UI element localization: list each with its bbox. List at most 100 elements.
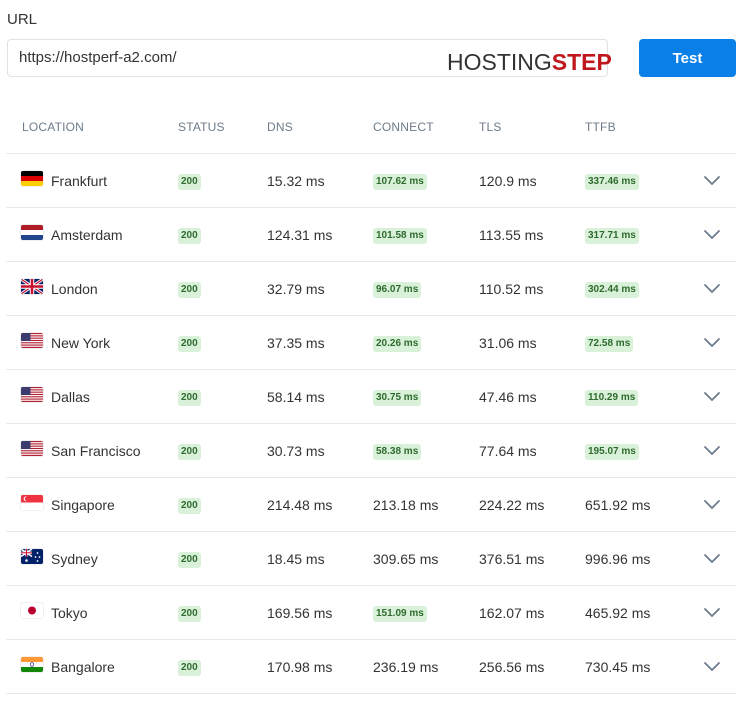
connect-cell: 309.65 ms bbox=[373, 551, 439, 567]
flag-sg-icon bbox=[21, 495, 43, 510]
logo-text-step: STEP bbox=[551, 49, 612, 75]
status-badge: 200 bbox=[178, 228, 201, 244]
header-ttfb: TTFB bbox=[585, 120, 616, 134]
ttfb-cell: 651.92 ms bbox=[585, 497, 651, 513]
dns-cell: 169.56 ms bbox=[267, 605, 333, 621]
flag-nl-icon bbox=[21, 225, 43, 240]
connect-cell: 101.58 ms bbox=[373, 228, 427, 244]
ttfb-cell: 195.07 ms bbox=[585, 444, 639, 460]
dns-cell: 37.35 ms bbox=[267, 335, 325, 351]
flag-us-icon bbox=[21, 441, 43, 456]
table-row[interactable]: Singapore 200 214.48 ms 213.18 ms 224.22 ms 6… bbox=[6, 478, 736, 532]
location-cell: Dallas bbox=[51, 389, 90, 405]
connect-cell: 151.09 ms bbox=[373, 606, 427, 622]
tls-cell: 376.51 ms bbox=[479, 551, 545, 567]
flag-gb-icon bbox=[21, 279, 43, 294]
table-row[interactable]: Frankfurt 200 15.32 ms 107.62 ms 120.9 ms 337… bbox=[6, 154, 736, 208]
chevron-down-icon[interactable] bbox=[703, 336, 721, 348]
url-input[interactable] bbox=[19, 49, 439, 66]
tls-cell: 162.07 ms bbox=[479, 605, 545, 621]
table-row[interactable]: Sydney 200 18.45 ms 309.65 ms 376.51 ms 996.9… bbox=[6, 532, 736, 586]
connect-cell: 213.18 ms bbox=[373, 497, 439, 513]
connect-cell: 58.38 ms bbox=[373, 444, 422, 460]
dns-cell: 18.45 ms bbox=[267, 551, 325, 567]
chevron-down-icon[interactable] bbox=[703, 282, 721, 294]
status-badge: 200 bbox=[178, 552, 201, 568]
location-cell: Sydney bbox=[51, 551, 98, 567]
location-cell: Amsterdam bbox=[51, 227, 123, 243]
table-row[interactable]: New York 200 37.35 ms 20.26 ms 31.06 ms 72.58… bbox=[6, 316, 736, 370]
chevron-down-icon[interactable] bbox=[703, 228, 721, 240]
header-tls: TLS bbox=[479, 120, 502, 134]
connect-cell: 107.62 ms bbox=[373, 174, 427, 190]
flag-us-icon bbox=[21, 333, 43, 348]
status-badge: 200 bbox=[178, 444, 201, 460]
ttfb-cell: 302.44 ms bbox=[585, 282, 639, 298]
ttfb-cell: 72.58 ms bbox=[585, 336, 634, 352]
ttfb-cell: 730.45 ms bbox=[585, 659, 651, 675]
chevron-down-icon[interactable] bbox=[703, 606, 721, 618]
status-badge: 200 bbox=[178, 498, 201, 514]
chevron-down-icon[interactable] bbox=[703, 390, 721, 402]
flag-au-icon bbox=[21, 549, 43, 564]
dns-cell: 214.48 ms bbox=[267, 497, 333, 513]
connect-cell: 30.75 ms bbox=[373, 390, 422, 406]
chevron-down-icon[interactable] bbox=[703, 552, 721, 564]
status-badge: 200 bbox=[178, 282, 201, 298]
dns-cell: 32.79 ms bbox=[267, 281, 325, 297]
tls-cell: 256.56 ms bbox=[479, 659, 545, 675]
connect-cell: 236.19 ms bbox=[373, 659, 439, 675]
url-label: URL bbox=[7, 11, 38, 28]
location-cell: San Francisco bbox=[51, 443, 141, 459]
chevron-down-icon[interactable] bbox=[703, 174, 721, 186]
table-row[interactable]: Dallas 200 58.14 ms 30.75 ms 47.46 ms 110.29 … bbox=[6, 370, 736, 424]
table-row[interactable]: Bangalore 200 170.98 ms 236.19 ms 256.56 ms 7… bbox=[6, 640, 736, 694]
chevron-down-icon[interactable] bbox=[703, 660, 721, 672]
results-table: LOCATION STATUS DNS CONNECT TLS TTFB Fra… bbox=[6, 100, 736, 694]
dns-cell: 15.32 ms bbox=[267, 173, 325, 189]
header-dns: DNS bbox=[267, 120, 293, 134]
table-row[interactable]: Tokyo 200 169.56 ms 151.09 ms 162.07 ms 465.9… bbox=[6, 586, 736, 640]
tls-cell: 47.46 ms bbox=[479, 389, 537, 405]
status-badge: 200 bbox=[178, 174, 201, 190]
ttfb-cell: 317.71 ms bbox=[585, 228, 639, 244]
ttfb-cell: 337.46 ms bbox=[585, 174, 639, 190]
header-connect: CONNECT bbox=[373, 120, 434, 134]
status-badge: 200 bbox=[178, 606, 201, 622]
status-badge: 200 bbox=[178, 336, 201, 352]
dns-cell: 58.14 ms bbox=[267, 389, 325, 405]
location-cell: London bbox=[51, 281, 98, 297]
flag-jp-icon bbox=[21, 603, 43, 618]
table-row[interactable]: San Francisco 200 30.73 ms 58.38 ms 77.64 ms… bbox=[6, 424, 736, 478]
table-header: LOCATION STATUS DNS CONNECT TLS TTFB bbox=[6, 100, 736, 154]
tls-cell: 77.64 ms bbox=[479, 443, 537, 459]
header-location: LOCATION bbox=[22, 120, 85, 134]
test-button[interactable]: Test bbox=[639, 39, 736, 77]
table-row[interactable]: London 200 32.79 ms 96.07 ms 110.52 ms 302.44… bbox=[6, 262, 736, 316]
chevron-down-icon[interactable] bbox=[703, 498, 721, 510]
ttfb-cell: 110.29 ms bbox=[585, 390, 639, 406]
dns-cell: 170.98 ms bbox=[267, 659, 333, 675]
ttfb-cell: 465.92 ms bbox=[585, 605, 651, 621]
location-cell: Bangalore bbox=[51, 659, 115, 675]
dns-cell: 30.73 ms bbox=[267, 443, 325, 459]
tls-cell: 120.9 ms bbox=[479, 173, 537, 189]
table-row[interactable]: Amsterdam 200 124.31 ms 101.58 ms 113.55 ms 3… bbox=[6, 208, 736, 262]
dns-cell: 124.31 ms bbox=[267, 227, 333, 243]
status-badge: 200 bbox=[178, 660, 201, 676]
flag-us-icon bbox=[21, 387, 43, 402]
connect-cell: 96.07 ms bbox=[373, 282, 422, 298]
flag-de-icon bbox=[21, 171, 43, 186]
location-cell: New York bbox=[51, 335, 111, 351]
chevron-down-icon[interactable] bbox=[703, 444, 721, 456]
tls-cell: 31.06 ms bbox=[479, 335, 537, 351]
hostingstep-logo: HOSTINGSTEP bbox=[447, 49, 612, 76]
header-status: STATUS bbox=[178, 120, 225, 134]
location-cell: Singapore bbox=[51, 497, 115, 513]
table-body: Frankfurt 200 15.32 ms 107.62 ms 120.9 ms 337… bbox=[6, 154, 736, 694]
flag-in-icon bbox=[21, 657, 43, 672]
tls-cell: 110.52 ms bbox=[479, 281, 544, 297]
tls-cell: 113.55 ms bbox=[479, 227, 544, 243]
logo-text-hosting: HOSTING bbox=[447, 49, 552, 75]
location-cell: Frankfurt bbox=[51, 173, 108, 189]
